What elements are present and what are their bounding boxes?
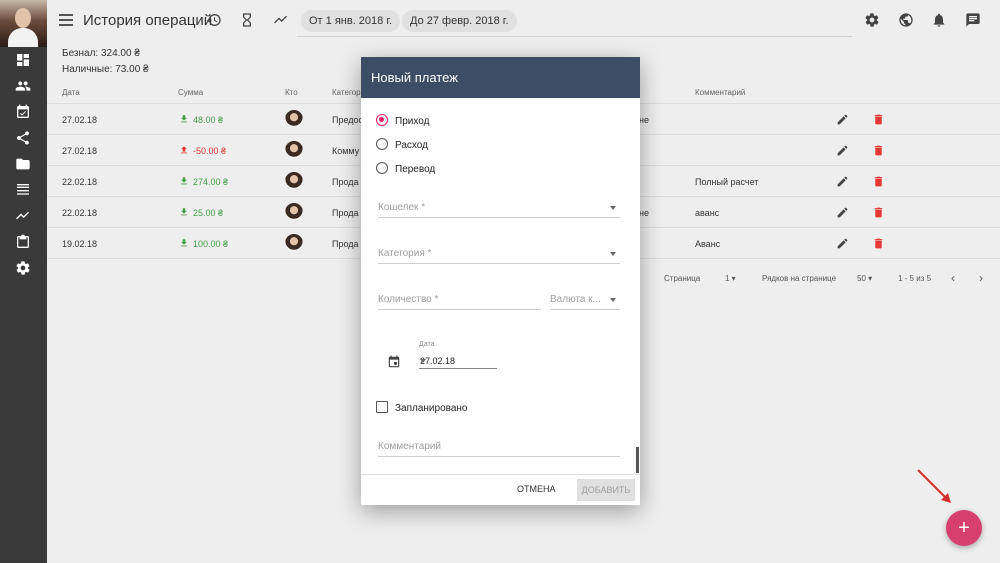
dialog-footer: ОТМЕНА ДОБАВИТЬ [361, 474, 640, 505]
dialog-title: Новый платеж [361, 57, 640, 98]
currency-select[interactable]: Валюта к... [550, 290, 620, 310]
category-select[interactable]: Категория * [378, 244, 620, 264]
quantity-input[interactable]: Количество * [378, 290, 541, 310]
quantity-label: Количество * [378, 294, 439, 305]
dropdown-caret-icon [610, 298, 616, 302]
comment-input[interactable]: Комментарий [378, 437, 620, 457]
radio-transfer-label: Перевод [395, 164, 436, 175]
dialog-scrollbar[interactable] [636, 447, 639, 473]
calendar-icon[interactable] [387, 355, 401, 369]
date-input[interactable]: 27.02.18 [419, 353, 497, 369]
radio-unchecked-icon[interactable] [376, 138, 388, 150]
dropdown-caret-icon [420, 359, 426, 363]
radio-checked-icon[interactable] [376, 114, 388, 126]
radio-transfer[interactable]: Перевод [376, 162, 435, 176]
radio-income[interactable]: Приход [376, 114, 429, 128]
radio-expense-label: Расход [395, 140, 428, 151]
radio-unchecked-icon[interactable] [376, 162, 388, 174]
radio-expense[interactable]: Расход [376, 138, 428, 152]
scheduled-checkbox[interactable]: Запланировано [376, 401, 468, 414]
checkbox-icon[interactable] [376, 401, 388, 413]
cancel-button[interactable]: ОТМЕНА [517, 484, 556, 494]
wallet-label: Кошелек * [378, 202, 426, 213]
scheduled-label: Запланировано [395, 403, 468, 414]
annotation-arrow-icon [917, 469, 951, 503]
dropdown-caret-icon [610, 206, 616, 210]
comment-placeholder: Комментарий [378, 441, 441, 452]
new-payment-dialog: Новый платеж Приход Расход Перевод Кошел… [361, 57, 640, 505]
currency-label: Валюта к... [550, 294, 601, 305]
add-operation-button[interactable]: + [946, 510, 982, 546]
category-label: Категория * [378, 248, 432, 259]
date-label: Дата [419, 341, 435, 348]
wallet-select[interactable]: Кошелек * [378, 198, 620, 218]
dropdown-caret-icon [610, 252, 616, 256]
add-button[interactable]: ДОБАВИТЬ [577, 479, 635, 501]
radio-income-label: Приход [395, 116, 430, 127]
